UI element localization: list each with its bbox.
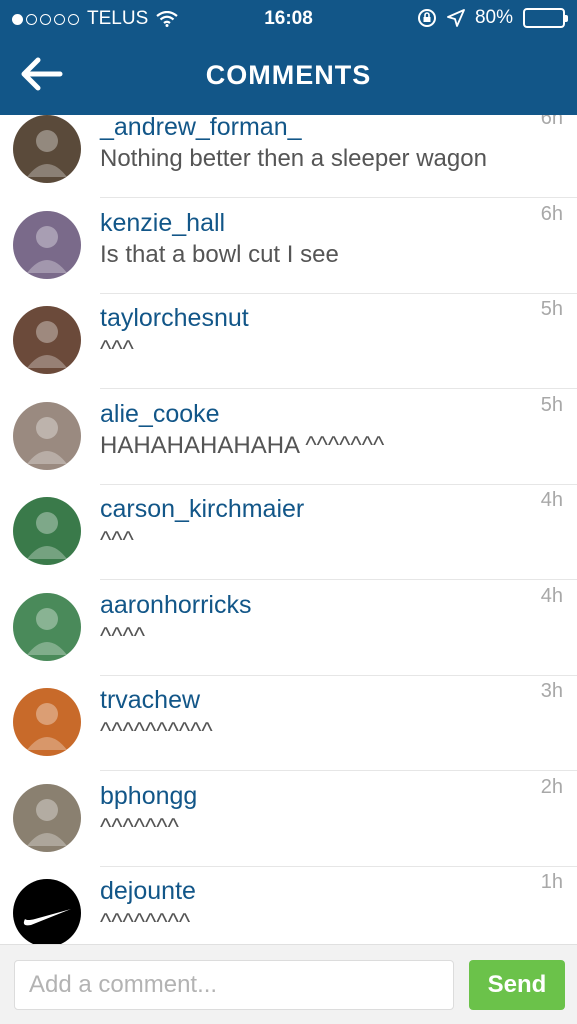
comment-text: ^^^^^^^ xyxy=(100,813,179,841)
comment-time: 3h xyxy=(540,680,563,702)
comment-row[interactable]: trvachew ^^^^^^^^^^ 3h xyxy=(0,676,577,771)
person-photo-icon xyxy=(27,798,67,846)
comment-row[interactable]: dejounte ^^^^^^^^ 1h xyxy=(0,867,577,944)
comment-text: ^^^ xyxy=(100,336,134,363)
comment-row[interactable]: bphongg ^^^^^^^ 2h xyxy=(0,772,577,867)
comment-time: 4h xyxy=(540,584,563,607)
comment-text: ^^^^^^^^^^ xyxy=(100,718,213,745)
status-right: 80% xyxy=(417,7,568,29)
comment-username[interactable]: trvachew xyxy=(100,686,200,715)
page-title: COMMENTS xyxy=(205,60,372,90)
comment-time: 2h xyxy=(540,775,563,798)
avatar[interactable] xyxy=(13,115,81,183)
comment-time: 5h xyxy=(540,393,563,416)
comment-text: ^^^^ xyxy=(100,622,146,650)
comment-time: 5h xyxy=(540,298,563,320)
avatar[interactable] xyxy=(13,592,81,661)
status-bar: TELUS 16:08 80% xyxy=(0,0,577,40)
location-arrow-icon xyxy=(447,9,465,27)
comment-username[interactable]: aaronhorricks xyxy=(100,591,251,620)
battery-icon xyxy=(523,8,568,28)
comment-text: Is that a bowl cut I see xyxy=(100,240,339,268)
comment-row[interactable]: _andrew_forman_ Nothing better then a sle… xyxy=(0,115,577,198)
send-button[interactable]: Send xyxy=(469,960,565,1010)
comment-time: 4h xyxy=(540,489,563,511)
comment-username[interactable]: bphongg xyxy=(100,782,197,811)
person-photo-icon xyxy=(27,130,67,177)
comment-username[interactable]: carson_kirchmaier xyxy=(100,495,304,524)
comment-time: 6h xyxy=(540,115,563,129)
person-photo-icon xyxy=(27,321,67,368)
comment-text: ^^^^^^^^ xyxy=(100,909,191,936)
person-photo-icon xyxy=(27,607,67,655)
person-photo-icon xyxy=(27,512,67,559)
battery-percent: 80% xyxy=(474,7,513,28)
swoosh-logo-icon xyxy=(23,909,71,926)
rotation-lock-icon xyxy=(417,9,436,27)
avatar[interactable] xyxy=(13,783,81,852)
comment-row[interactable]: taylorchesnut ^^^ 5h xyxy=(0,294,577,389)
comment-time: 1h xyxy=(540,871,563,893)
comment-input[interactable] xyxy=(14,960,454,1010)
comment-username[interactable]: taylorchesnut xyxy=(100,304,249,333)
avatar[interactable] xyxy=(13,879,81,944)
comment-username[interactable]: alie_cooke xyxy=(100,400,220,429)
nav-bar: COMMENTS xyxy=(0,40,577,115)
comment-time: 6h xyxy=(540,202,563,225)
avatar[interactable] xyxy=(13,688,81,756)
comment-row[interactable]: kenzie_hall Is that a bowl cut I see 6h xyxy=(0,199,577,294)
comments-list[interactable]: _andrew_forman_ Nothing better then a sle… xyxy=(0,115,577,944)
comment-row[interactable]: carson_kirchmaier ^^^ 4h xyxy=(0,485,577,580)
comment-row[interactable]: alie_cooke HAHAHAHAHAHA ^^^^^^^ 5h xyxy=(0,390,577,485)
person-photo-icon xyxy=(27,416,67,464)
avatar[interactable] xyxy=(13,401,81,470)
avatar[interactable] xyxy=(13,497,81,565)
comment-composer: Send xyxy=(0,944,577,1024)
comment-row[interactable]: aaronhorricks ^^^^ 4h xyxy=(0,581,577,676)
person-photo-icon xyxy=(27,703,67,750)
comment-text: HAHAHAHAHAHA ^^^^^^^ xyxy=(100,431,385,459)
comment-username[interactable]: _andrew_forman_ xyxy=(100,115,302,142)
avatar[interactable] xyxy=(13,306,81,374)
comment-text: Nothing better then a sleeper wagon xyxy=(100,145,487,172)
top-bar: TELUS 16:08 80% COMMENTS xyxy=(0,0,577,115)
comment-username[interactable]: kenzie_hall xyxy=(100,209,225,238)
comment-text: ^^^ xyxy=(100,527,134,554)
comment-username[interactable]: dejounte xyxy=(100,877,196,906)
person-photo-icon xyxy=(27,225,67,273)
avatar[interactable] xyxy=(13,210,81,279)
